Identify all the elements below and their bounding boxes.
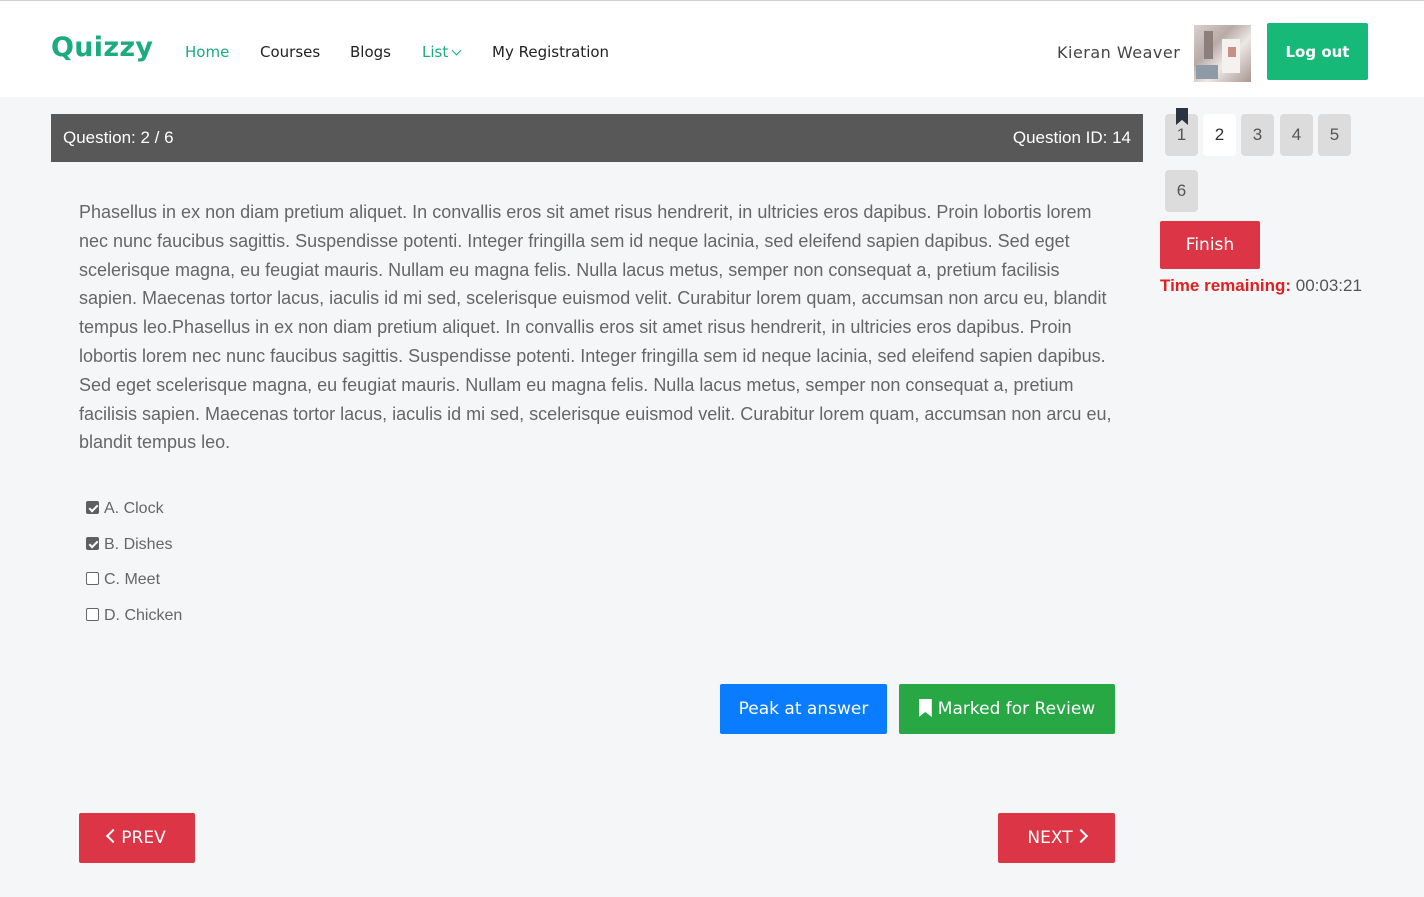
- prev-button[interactable]: PREV: [79, 813, 195, 863]
- timer: Time remaining: 00:03:21: [1160, 276, 1362, 296]
- question-nav-3[interactable]: 3: [1241, 114, 1274, 156]
- option-c-label: C. Meet: [104, 571, 161, 588]
- question-nav-2[interactable]: 2: [1203, 114, 1236, 156]
- mark-review-label: Marked for Review: [937, 699, 1096, 719]
- nav-list-dropdown[interactable]: List: [422, 43, 462, 61]
- question-nav-5[interactable]: 5: [1318, 114, 1351, 156]
- question-nav-num: 6: [1176, 181, 1187, 200]
- question-nav-num: 3: [1252, 125, 1263, 144]
- navbar: Quizzy Home Courses Blogs List My Regist…: [0, 1, 1424, 97]
- chevron-left-icon: [106, 828, 121, 844]
- option-a-label: A. Clock: [104, 500, 164, 517]
- option-a[interactable]: A. Clock: [86, 499, 164, 519]
- avatar[interactable]: [1194, 25, 1251, 82]
- bookmark-icon: [918, 699, 932, 717]
- question-counter: Question: 2 / 6: [63, 128, 174, 147]
- chevron-down-icon: [451, 45, 462, 56]
- nav-blogs[interactable]: Blogs: [350, 43, 391, 61]
- option-d-checkbox[interactable]: [86, 608, 99, 621]
- option-c[interactable]: C. Meet: [86, 570, 160, 590]
- nav-home[interactable]: Home: [185, 43, 229, 61]
- logo[interactable]: Quizzy: [51, 32, 153, 63]
- question-nav-4[interactable]: 4: [1280, 114, 1313, 156]
- finish-button[interactable]: Finish: [1160, 221, 1260, 269]
- timer-value: 00:03:21: [1295, 276, 1362, 295]
- timer-label: Time remaining:: [1160, 276, 1291, 295]
- bookmark-flag-icon: [1176, 108, 1188, 125]
- option-c-checkbox[interactable]: [86, 572, 99, 585]
- question-nav-num: 1: [1176, 125, 1187, 144]
- option-d-label: D. Chicken: [104, 607, 183, 624]
- chevron-right-icon: [1073, 828, 1088, 844]
- mark-review-button[interactable]: Marked for Review: [899, 684, 1115, 734]
- prev-label: PREV: [121, 828, 166, 848]
- question-nav-1[interactable]: 1: [1165, 108, 1198, 156]
- question-nav-num: 2: [1214, 125, 1225, 144]
- option-b-checkbox[interactable]: [86, 537, 99, 550]
- question-nav-6[interactable]: 6: [1165, 170, 1198, 212]
- nav-courses[interactable]: Courses: [260, 43, 320, 61]
- question-header: Question: 2 / 6 Question ID: 14: [51, 114, 1143, 162]
- nav-list-label: List: [422, 43, 449, 61]
- user-name: Kieran Weaver: [1057, 43, 1181, 62]
- next-label: NEXT: [1027, 828, 1073, 848]
- question-nav-num: 4: [1291, 125, 1302, 144]
- question-text: Phasellus in ex non diam pretium aliquet…: [79, 202, 1112, 453]
- option-b-label: B. Dishes: [104, 536, 173, 553]
- peak-answer-button[interactable]: Peak at answer: [720, 684, 887, 734]
- question-nav-num: 5: [1329, 125, 1340, 144]
- option-b[interactable]: B. Dishes: [86, 535, 172, 555]
- logout-button[interactable]: Log out: [1267, 23, 1368, 80]
- option-d[interactable]: D. Chicken: [86, 606, 182, 626]
- next-button[interactable]: NEXT: [998, 813, 1115, 863]
- nav-my-registration[interactable]: My Registration: [492, 43, 609, 61]
- option-a-checkbox[interactable]: [86, 501, 99, 514]
- question-id: Question ID: 14: [1012, 128, 1131, 147]
